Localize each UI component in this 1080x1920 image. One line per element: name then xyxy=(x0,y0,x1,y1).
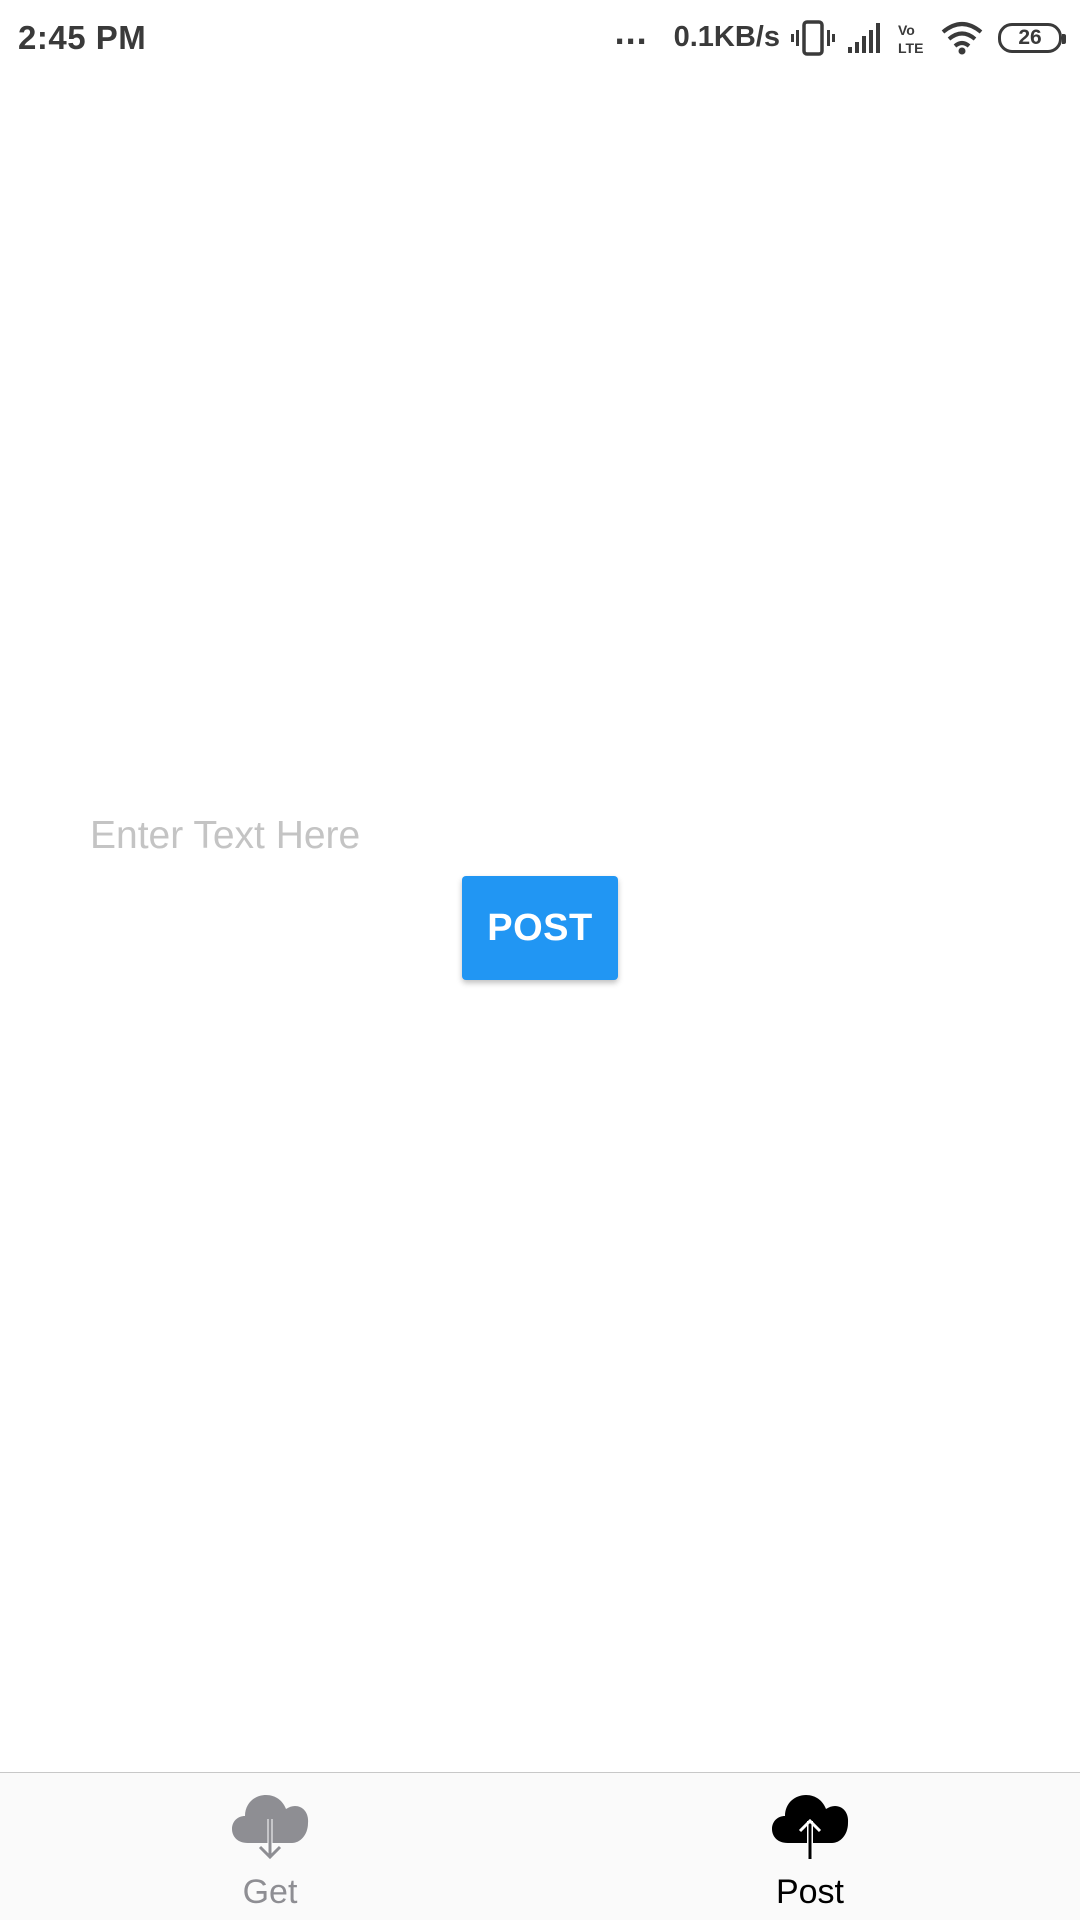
volte-label-top: Vo xyxy=(898,22,915,38)
app-screen: 2:45 PM ... 0.1KB/s Vo LTE 26 Enter Text… xyxy=(0,0,1080,1920)
vibrate-icon xyxy=(790,18,836,58)
cloud-upload-icon xyxy=(770,1785,850,1861)
tab-label-post: Post xyxy=(775,1873,845,1911)
status-time: 2:45 PM xyxy=(18,18,147,56)
network-speed: 0.1KB/s xyxy=(673,21,780,53)
volte-label-bottom: LTE xyxy=(898,40,923,56)
volte-icon: Vo LTE xyxy=(896,20,930,56)
tab-get[interactable]: Get xyxy=(0,1773,540,1920)
post-button[interactable]: POST xyxy=(462,876,618,980)
wifi-icon xyxy=(940,20,984,56)
status-bar: 2:45 PM ... 0.1KB/s Vo LTE 26 xyxy=(0,0,1080,75)
tab-post[interactable]: Post xyxy=(540,1773,1080,1920)
text-input[interactable] xyxy=(90,806,690,866)
tab-label-get: Get xyxy=(242,1873,298,1911)
status-indicators: ... 0.1KB/s Vo LTE 26 xyxy=(615,13,1066,58)
battery-icon: 26 xyxy=(998,22,1066,53)
cloud-download-icon xyxy=(230,1785,310,1861)
bottom-tab-bar: Get Post xyxy=(0,1772,1080,1920)
more-notifications-icon: ... xyxy=(614,10,648,52)
signal-icon xyxy=(846,20,886,56)
